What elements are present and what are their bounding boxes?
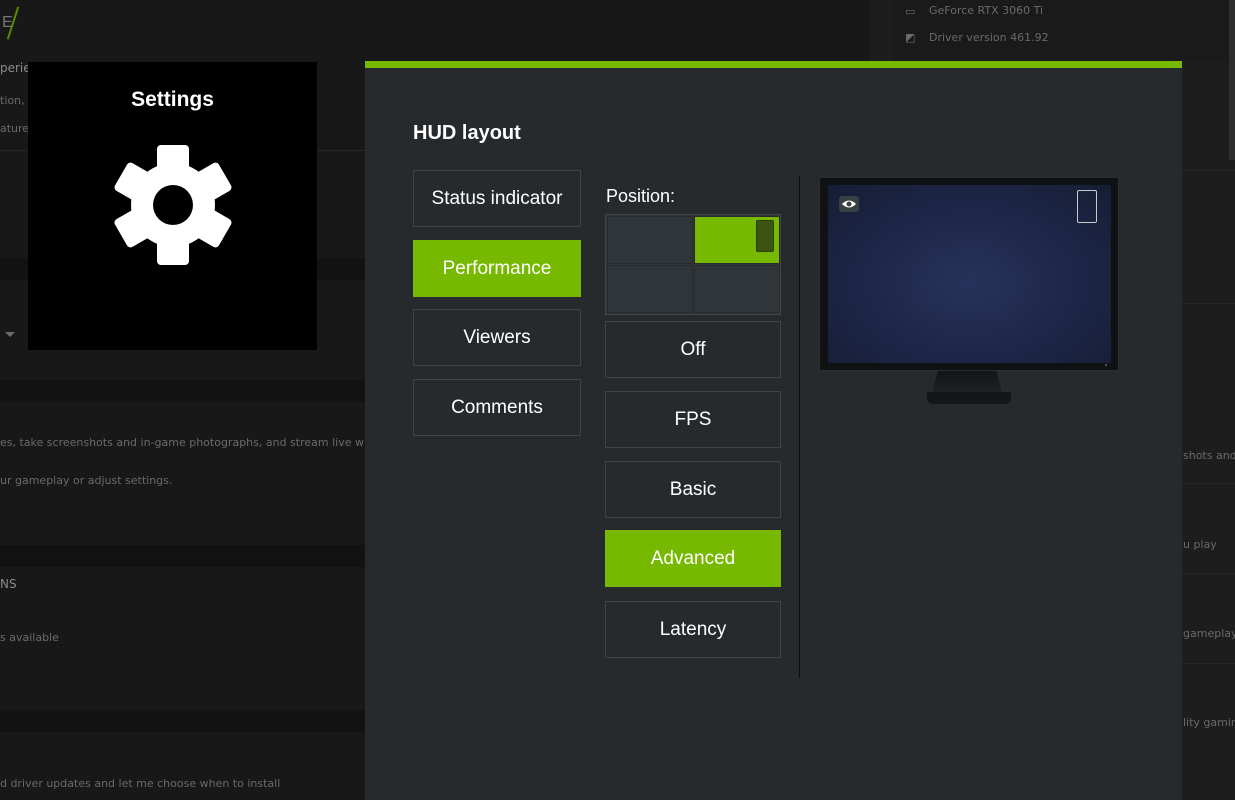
category-status-indicator[interactable]: Status indicator — [413, 170, 581, 227]
dropdown-arrow-icon[interactable] — [5, 332, 15, 337]
category-performance[interactable]: Performance — [413, 240, 581, 297]
position-grid — [605, 214, 781, 315]
hud-layout-panel: HUD layout Status indicator Performance … — [365, 61, 1182, 800]
panel-title: HUD layout — [413, 122, 521, 144]
power-led — [1105, 364, 1107, 366]
mode-latency[interactable]: Latency — [605, 601, 781, 658]
divider — [1182, 483, 1235, 484]
bg-text: ur gameplay or adjust settings. — [0, 474, 173, 487]
divider — [1182, 170, 1235, 171]
background-logo: E — [2, 14, 13, 31]
position-label: Position: — [606, 186, 676, 206]
position-marker — [756, 220, 774, 252]
position-bottom-left[interactable] — [607, 265, 693, 313]
monitor-stand-neck — [932, 371, 1002, 393]
bg-text: lity gaming — [1183, 716, 1235, 729]
driver-version: Driver version 461.92 — [929, 31, 1049, 44]
gpu-name: GeForce RTX 3060 Ti — [929, 4, 1044, 17]
monitor-preview — [819, 177, 1119, 417]
position-bottom-right[interactable] — [694, 265, 780, 313]
eye-icon — [839, 196, 859, 212]
mode-advanced[interactable]: Advanced — [605, 530, 781, 587]
bg-text: d driver updates and let me choose when … — [0, 777, 281, 790]
position-top-left[interactable] — [607, 216, 693, 264]
bg-text: shots and l — [1183, 449, 1235, 462]
mode-basic[interactable]: Basic — [605, 461, 781, 518]
scrollbar[interactable] — [1229, 0, 1235, 160]
monitor-stand-base — [927, 392, 1011, 404]
bg-text: s available — [0, 631, 59, 644]
panel-divider — [799, 176, 800, 678]
section-band — [0, 380, 365, 402]
bg-text: NS — [0, 577, 17, 591]
divider — [1182, 663, 1235, 664]
divider — [1182, 573, 1235, 574]
settings-tile[interactable]: Settings — [28, 62, 317, 350]
settings-title: Settings — [131, 88, 214, 111]
category-viewers[interactable]: Viewers — [413, 309, 581, 366]
driver-icon: ◩ — [905, 31, 916, 44]
category-comments[interactable]: Comments — [413, 379, 581, 436]
bg-text: es, take screenshots and in-game photogr… — [0, 436, 424, 449]
monitor-screen — [828, 185, 1111, 363]
monitor-frame — [819, 177, 1119, 371]
section-band — [0, 545, 365, 567]
hud-overlay-indicator — [1077, 190, 1097, 223]
position-top-right[interactable] — [694, 216, 780, 264]
gear-icon — [114, 145, 232, 265]
bg-text: gameplay — [1183, 627, 1235, 640]
mode-off[interactable]: Off — [605, 321, 781, 378]
section-band — [0, 710, 365, 732]
mode-fps[interactable]: FPS — [605, 391, 781, 448]
divider — [1182, 303, 1235, 304]
bg-text: u play — [1183, 538, 1217, 551]
gpu-icon: ▭ — [905, 5, 916, 18]
